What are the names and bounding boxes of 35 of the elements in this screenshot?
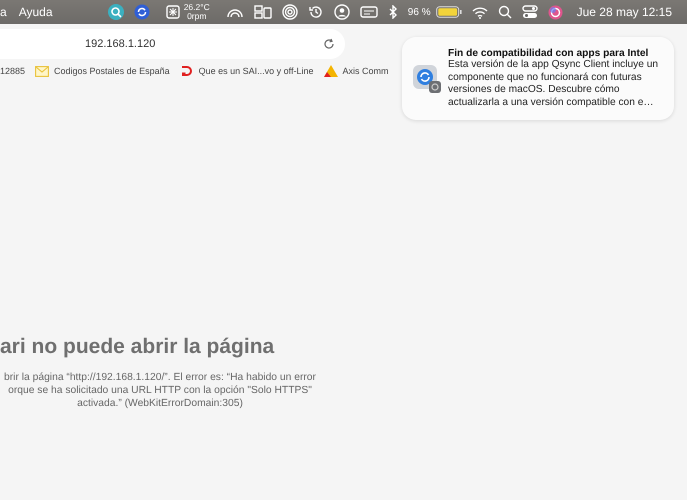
triangle-logo-icon — [324, 65, 338, 77]
user-icon[interactable] — [334, 4, 350, 20]
clock[interactable]: Jue 28 may 12:15 — [576, 5, 672, 19]
siri-icon[interactable] — [548, 4, 563, 20]
notification-title: Fin de compatibilidad con apps para Intel — [448, 48, 650, 59]
menu-item[interactable]: a — [0, 5, 7, 19]
envelope-icon — [35, 66, 50, 76]
error-message: brir la página “http://192.168.1.120/”. El error es: “Ha habido un error orque se ha solicitado una URL HTTP con la opción "Solo HTTPS" activada.” (WebKitErrorDomain:305) — [3, 371, 317, 410]
app-update-icon — [412, 64, 442, 94]
bookmark-item[interactable]: 12885 — [0, 60, 26, 82]
clock-history-icon[interactable] — [308, 4, 324, 20]
bluetooth-icon[interactable] — [388, 5, 398, 19]
wifi-icon[interactable] — [472, 6, 488, 18]
d-logo-icon — [180, 64, 194, 78]
address-field[interactable]: 192.168.1.120 — [0, 29, 345, 59]
fan-speed-reading: 0rpm — [187, 12, 206, 21]
battery-percent: 96 % — [408, 6, 431, 18]
bookmark-item[interactable]: Que es un SAI...vo y off-Line — [180, 60, 314, 82]
search-icon[interactable] — [498, 5, 512, 19]
control-center-icon[interactable] — [522, 5, 538, 19]
bookmark-item[interactable]: Axis Comm — [324, 60, 389, 82]
error-title: ari no puede abrir la página — [0, 335, 276, 359]
notification-body: Esta versión de la app Qsync Client incluye un componente que no funcionará con futuras versiones de macOS. Descubre cómo actualizarla a una versión compatible con e… — [448, 59, 660, 109]
windows-icon[interactable] — [254, 5, 272, 19]
battery-icon[interactable] — [436, 6, 462, 18]
fan-icon[interactable] — [166, 5, 180, 19]
bookmark-item[interactable]: Codigos Postales de España — [35, 60, 170, 82]
magnifier-app-icon[interactable] — [108, 4, 124, 20]
url-text: 192.168.1.120 — [85, 38, 156, 50]
sync-icon[interactable] — [134, 4, 150, 20]
menu-item[interactable]: Ayuda — [18, 5, 52, 19]
temperature-reading: 26.2°C — [184, 3, 210, 12]
reload-icon[interactable] — [323, 38, 335, 50]
card-icon[interactable] — [360, 5, 378, 19]
notification-card[interactable] — [402, 37, 674, 120]
